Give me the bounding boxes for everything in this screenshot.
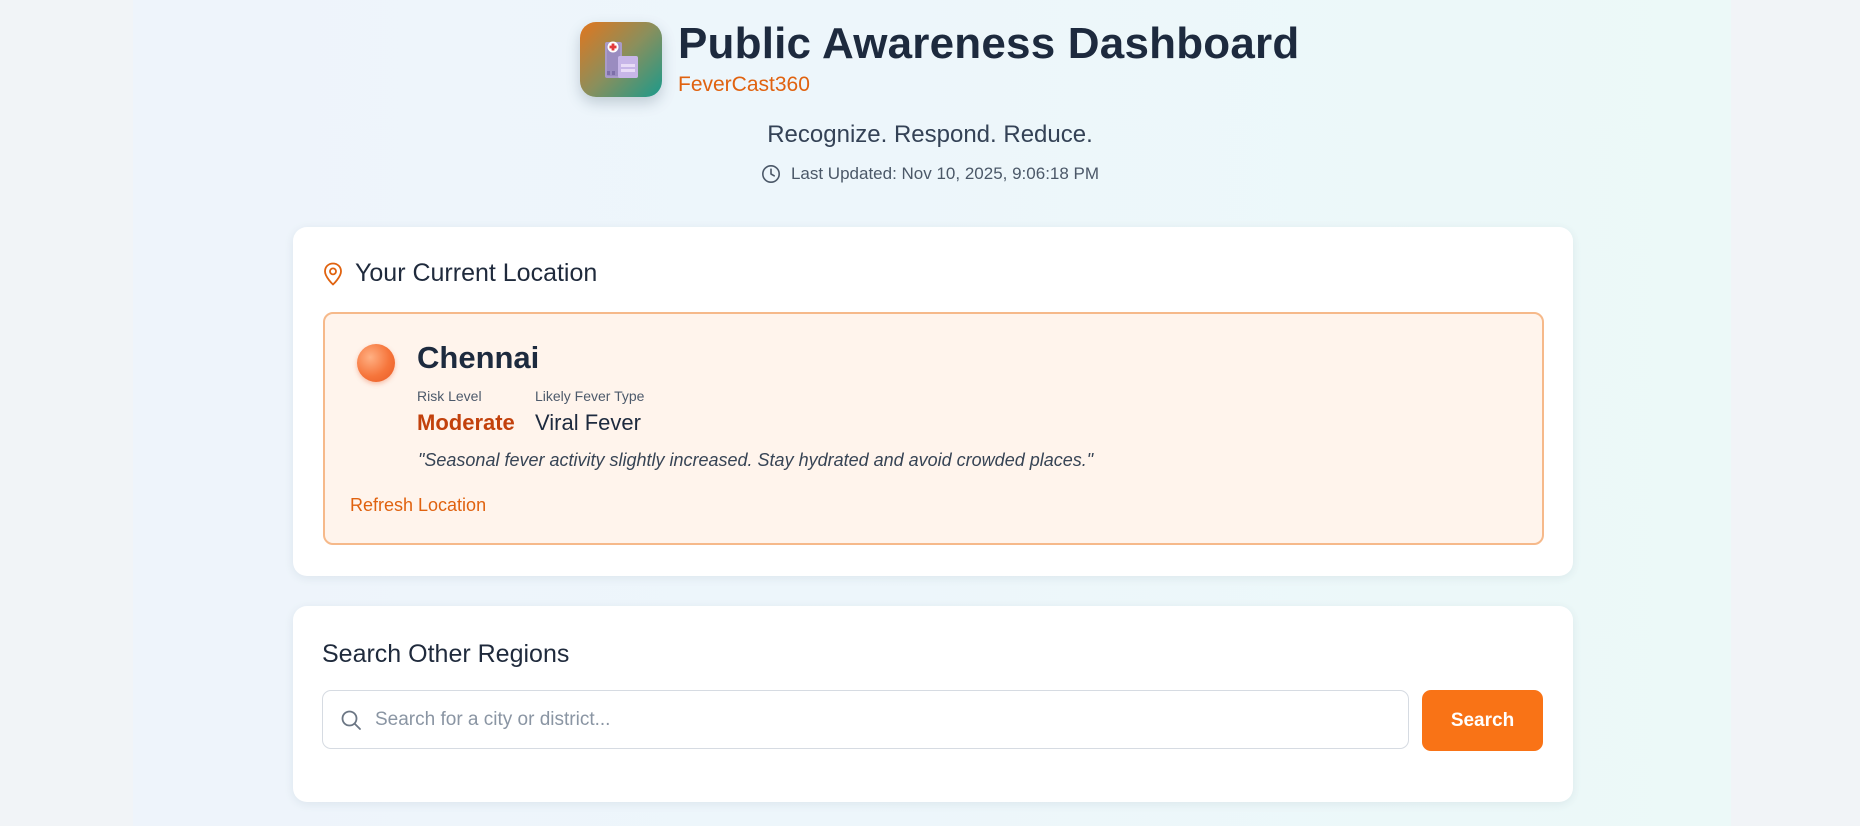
page-title: Public Awareness Dashboard <box>678 19 1300 68</box>
current-location-heading: Your Current Location <box>323 259 597 288</box>
search-input[interactable] <box>373 690 1408 749</box>
search-icon <box>341 710 361 730</box>
header: Public Awareness Dashboard FeverCast360 <box>580 19 1300 97</box>
risk-indicator-dot <box>357 344 395 382</box>
brand-name: FeverCast360 <box>678 73 810 96</box>
search-field[interactable] <box>322 690 1409 749</box>
last-updated-text: Last Updated: Nov 10, 2025, 9:06:18 PM <box>790 164 1100 183</box>
fever-type-block: Likely Fever Type Viral Fever <box>535 387 644 438</box>
risk-level-block: Risk Level Moderate <box>417 387 515 438</box>
title-block: Public Awareness Dashboard FeverCast360 <box>678 19 1300 97</box>
current-location-card: Your Current Location Chennai Risk Level… <box>293 227 1573 576</box>
search-button[interactable]: Search <box>1422 690 1543 751</box>
refresh-location-link[interactable]: Refresh Location <box>350 495 486 516</box>
location-risk-panel: Chennai Risk Level Moderate Likely Fever… <box>323 312 1544 545</box>
clock-icon <box>761 165 780 183</box>
page: Public Awareness Dashboard FeverCast360 … <box>0 0 1860 826</box>
app-logo <box>580 22 662 97</box>
map-pin-icon <box>324 262 342 285</box>
fever-type-label: Likely Fever Type <box>535 388 645 404</box>
fever-type-value: Viral Fever <box>535 410 641 435</box>
hospital-icon <box>605 41 638 78</box>
search-regions-heading: Search Other Regions <box>322 640 570 668</box>
advice-text: "Seasonal fever activity slightly increa… <box>418 450 1094 470</box>
risk-level-value: Moderate <box>417 410 515 435</box>
search-regions-card: Search Other Regions Search <box>293 606 1573 802</box>
tagline: Recognize. Respond. Reduce. <box>767 121 1093 148</box>
risk-level-label: Risk Level <box>417 388 482 404</box>
current-location-heading-text: Your Current Location <box>355 259 598 287</box>
city-name: Chennai <box>417 340 540 375</box>
last-updated: Last Updated: Nov 10, 2025, 9:06:18 PM <box>0 164 1860 184</box>
